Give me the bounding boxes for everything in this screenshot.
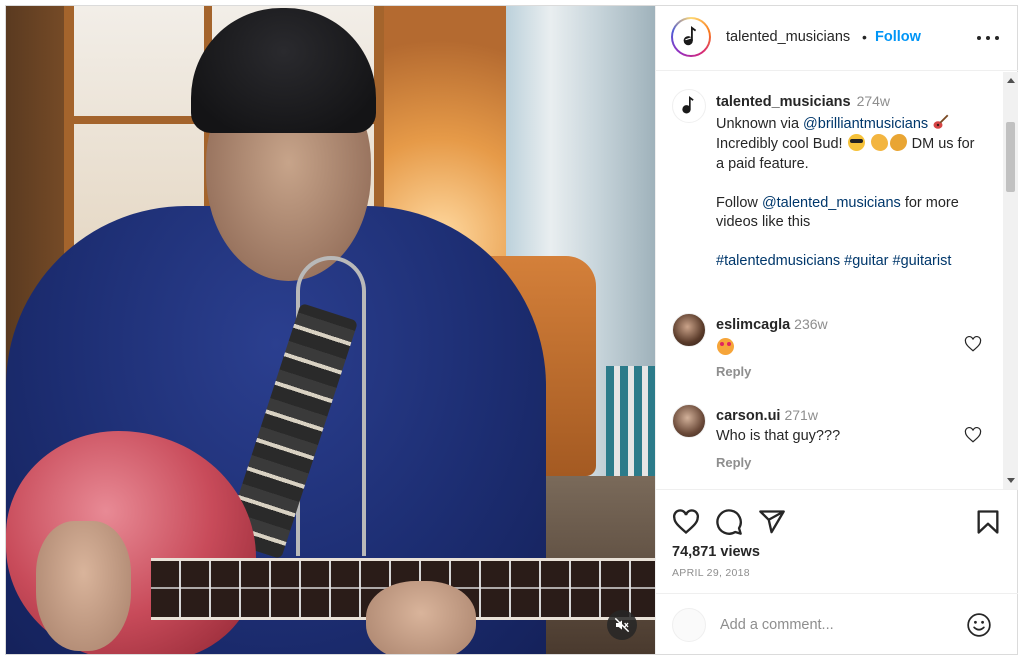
caption-line3-prefix: Follow: [716, 194, 762, 211]
more-dot: [995, 36, 999, 40]
scroll-up-arrow-icon[interactable]: [1007, 78, 1015, 83]
paper-plane-icon[interactable]: [758, 508, 786, 536]
bookmark-icon[interactable]: [974, 508, 1002, 536]
mute-button[interactable]: [607, 610, 637, 640]
comments-list[interactable]: talented_musicians 274w Unknown via @bril…: [656, 72, 1004, 489]
follow-button[interactable]: Follow: [875, 29, 921, 45]
video-hand-left: [36, 521, 131, 651]
view-count[interactable]: 74,871 views: [672, 544, 760, 560]
comment-username[interactable]: carson.ui: [716, 408, 780, 424]
heart-eyes-emoji-icon: [717, 337, 734, 355]
hashtag-link[interactable]: #talentedmusicians: [716, 253, 840, 269]
post-dialog: talented_musicians • Follow talented_mus…: [5, 5, 1018, 655]
add-comment-row: [656, 593, 1018, 655]
scrollbar-thumb[interactable]: [1006, 122, 1015, 192]
heart-icon[interactable]: [672, 508, 700, 536]
comment-item: eslimcagla 236w: [716, 315, 956, 358]
mention-link[interactable]: @talented_musicians: [762, 195, 901, 211]
comment-time[interactable]: 271w: [784, 407, 817, 423]
comment-time[interactable]: 236w: [794, 316, 827, 332]
caption-avatar[interactable]: [672, 89, 706, 123]
profile-avatar[interactable]: [671, 17, 711, 57]
video-hand-right: [366, 581, 476, 654]
more-options-button[interactable]: [977, 28, 999, 48]
commenter-avatar[interactable]: [672, 313, 706, 347]
current-user-avatar: [672, 608, 706, 642]
guitar-emoji-icon: [933, 114, 949, 129]
smiley-icon[interactable]: [966, 612, 992, 638]
speaker-muted-icon: [614, 617, 630, 633]
more-horizontal-icon: [977, 36, 981, 40]
comment-username[interactable]: eslimcagla: [716, 317, 790, 333]
comment-bubble-icon[interactable]: [715, 508, 743, 536]
mention-link[interactable]: @brilliantmusicians: [803, 116, 928, 132]
header-separator: •: [862, 29, 867, 45]
sunglasses-emoji-icon: [847, 134, 865, 151]
scroll-down-arrow-icon[interactable]: [1007, 478, 1015, 483]
commenter-avatar[interactable]: [672, 404, 706, 438]
caption-text: talented_musicians 274w Unknown via @bril…: [716, 92, 986, 272]
more-dot: [986, 36, 990, 40]
comment-item: carson.ui 271w Who is that guy???: [716, 406, 956, 446]
caption-time[interactable]: 274w: [857, 93, 890, 109]
post-video[interactable]: [6, 6, 655, 654]
comment-text: Who is that guy???: [716, 427, 841, 444]
header-username[interactable]: talented_musicians: [726, 29, 850, 45]
post-actions: 74,871 views APRIL 29, 2018: [656, 489, 1018, 654]
music-note-logo-icon: [682, 96, 694, 114]
reply-button[interactable]: Reply: [716, 455, 751, 470]
post-header: talented_musicians • Follow: [656, 6, 1018, 71]
clapping-hands-emoji-icon: [889, 134, 907, 151]
post-side-panel: talented_musicians • Follow talented_mus…: [655, 6, 1018, 654]
comments-scrollbar[interactable]: [1003, 72, 1018, 489]
clapping-hands-emoji-icon: [870, 134, 888, 151]
hashtag-link[interactable]: #guitar: [844, 253, 888, 269]
caption-line1-prefix: Unknown via: [716, 115, 804, 132]
heart-icon[interactable]: [964, 426, 982, 444]
music-note-logo-icon: [683, 26, 697, 46]
caption-line2: Incredibly cool Bud!: [716, 136, 843, 152]
post-date[interactable]: APRIL 29, 2018: [672, 567, 750, 579]
reply-button[interactable]: Reply: [716, 364, 751, 379]
caption-username[interactable]: talented_musicians: [716, 94, 851, 110]
add-comment-input[interactable]: [720, 614, 950, 636]
hashtag-link[interactable]: #guitarist: [893, 253, 952, 269]
heart-icon[interactable]: [964, 335, 982, 353]
